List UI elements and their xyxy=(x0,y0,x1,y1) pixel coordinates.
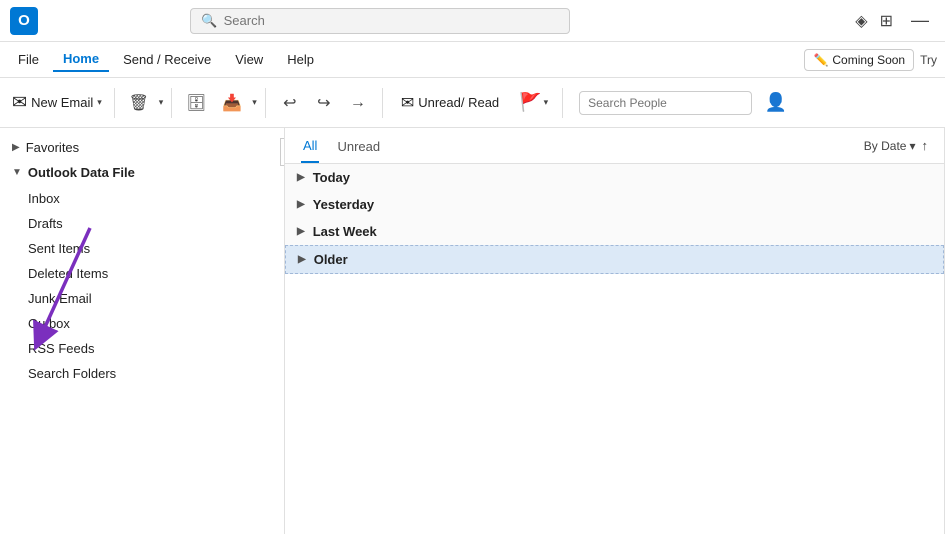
coming-soon-button[interactable]: ✏️ Coming Soon xyxy=(804,49,914,71)
menu-view[interactable]: View xyxy=(225,48,273,71)
last-week-label: Last Week xyxy=(313,224,377,239)
separator-2 xyxy=(171,88,172,118)
flag-dropdown-arrow[interactable]: ▾ xyxy=(544,97,549,108)
sidebar-folder-drafts[interactable]: Drafts xyxy=(0,211,284,236)
flag-icon: 🚩 xyxy=(519,92,541,113)
title-bar: O 🔍 ◈ ⊞ — xyxy=(0,0,945,42)
sidebar-collapse-button[interactable]: ◀ xyxy=(280,138,285,166)
sort-area: By Date ▾ ↑ xyxy=(864,138,928,159)
menu-help[interactable]: Help xyxy=(277,48,324,71)
outlook-data-file-label: Outlook Data File xyxy=(28,165,135,180)
menu-send-receive[interactable]: Send / Receive xyxy=(113,48,221,71)
sort-direction-button[interactable]: ↑ xyxy=(922,138,929,153)
title-bar-right: ◈ ⊞ — xyxy=(855,10,935,31)
sidebar-folder-search[interactable]: Search Folders xyxy=(0,361,284,386)
email-icon: ✉ xyxy=(12,92,27,113)
delete-button[interactable]: 🗑 xyxy=(123,87,155,119)
diamond-icon[interactable]: ◈ xyxy=(855,11,867,31)
new-email-dropdown-arrow[interactable]: ▾ xyxy=(97,97,102,108)
sidebar-folder-rss[interactable]: RSS Feeds xyxy=(0,336,284,361)
sidebar-folder-inbox[interactable]: Inbox xyxy=(0,186,284,211)
search-people-box[interactable] xyxy=(579,91,752,115)
search-people-input[interactable] xyxy=(588,96,743,110)
archive-button[interactable]: 🗄 xyxy=(180,87,212,119)
tab-all[interactable]: All xyxy=(301,134,319,163)
menu-file[interactable]: File xyxy=(8,48,49,71)
wand-icon: ✏️ xyxy=(813,53,828,67)
search-bar[interactable]: 🔍 xyxy=(190,8,570,34)
group-yesterday[interactable]: ▶ Yesterday xyxy=(285,191,944,218)
outlook-logo: O xyxy=(10,7,38,35)
undo-button[interactable]: ↩ xyxy=(274,87,306,119)
undo-redo-group: ↩ ↪ → xyxy=(274,87,374,119)
sort-label: By Date xyxy=(864,139,907,153)
new-email-label: New Email xyxy=(31,95,93,110)
person-icon-button[interactable]: 👤 xyxy=(760,87,792,119)
sidebar-favorites[interactable]: ▶ Favorites xyxy=(0,136,284,159)
separator-4 xyxy=(382,88,383,118)
try-button[interactable]: Try xyxy=(920,53,937,67)
group-last-week[interactable]: ▶ Last Week xyxy=(285,218,944,245)
search-icon: 🔍 xyxy=(201,13,217,29)
sidebar-outlook-data-file[interactable]: ▼ Outlook Data File xyxy=(0,159,284,186)
delete-dropdown-arrow[interactable]: ▾ xyxy=(159,97,164,108)
person-icon: 👤 xyxy=(765,92,787,113)
new-email-button[interactable]: ✉ New Email ▾ xyxy=(8,88,106,117)
menu-home[interactable]: Home xyxy=(53,47,109,72)
separator-1 xyxy=(114,88,115,118)
yesterday-label: Yesterday xyxy=(313,197,374,212)
envelope-icon: ✉ xyxy=(401,93,414,113)
move-button[interactable]: 📥 xyxy=(216,87,248,119)
unread-read-label: Unread/ Read xyxy=(418,95,499,110)
coming-soon-label: Coming Soon xyxy=(832,53,905,67)
forward-button[interactable]: → xyxy=(342,87,374,119)
content-area: All Unread By Date ▾ ↑ ▶ Today ▶ Yesterd… xyxy=(285,128,944,534)
outlook-data-file-chevron-icon: ▼ xyxy=(12,167,22,178)
today-chevron-icon: ▶ xyxy=(297,172,305,183)
tabs-bar: All Unread By Date ▾ ↑ xyxy=(285,128,944,164)
favorites-label: Favorites xyxy=(26,140,79,155)
sidebar-folder-deleted[interactable]: Deleted Items xyxy=(0,261,284,286)
group-older[interactable]: ▶ Older xyxy=(285,245,944,274)
flag-button[interactable]: 🚩 ▾ xyxy=(513,88,554,117)
separator-5 xyxy=(562,88,563,118)
qr-icon[interactable]: ⊞ xyxy=(880,11,893,31)
sort-chevron-icon: ▾ xyxy=(909,139,915,153)
older-chevron-icon: ▶ xyxy=(298,254,306,265)
redo-button[interactable]: ↪ xyxy=(308,87,340,119)
ribbon: ✉ New Email ▾ 🗑 ▾ 🗄 📥 ▾ ↩ ↪ → ✉ Unread/ … xyxy=(0,78,945,128)
separator-3 xyxy=(265,88,266,118)
email-list: ▶ Today ▶ Yesterday ▶ Last Week ▶ Older xyxy=(285,164,944,534)
sidebar: ◀ ▶ Favorites ▼ Outlook Data File Inbox … xyxy=(0,128,285,534)
minimize-button[interactable]: — xyxy=(905,10,935,31)
today-label: Today xyxy=(313,170,350,185)
move-dropdown-arrow[interactable]: ▾ xyxy=(252,97,257,108)
search-input[interactable] xyxy=(224,13,560,28)
menu-bar: File Home Send / Receive View Help ✏️ Co… xyxy=(0,42,945,78)
menu-bar-right: ✏️ Coming Soon Try xyxy=(804,49,937,71)
tab-unread[interactable]: Unread xyxy=(335,135,382,162)
sort-by-date-button[interactable]: By Date ▾ xyxy=(864,139,916,153)
main-layout: ◀ ▶ Favorites ▼ Outlook Data File Inbox … xyxy=(0,128,945,534)
favorites-chevron-icon: ▶ xyxy=(12,142,20,153)
group-today[interactable]: ▶ Today xyxy=(285,164,944,191)
sidebar-folder-outbox[interactable]: Outbox xyxy=(0,311,284,336)
last-week-chevron-icon: ▶ xyxy=(297,226,305,237)
sidebar-folder-sent[interactable]: Sent Items xyxy=(0,236,284,261)
unread-read-button[interactable]: ✉ Unread/ Read xyxy=(391,89,509,117)
older-label: Older xyxy=(314,252,348,267)
yesterday-chevron-icon: ▶ xyxy=(297,199,305,210)
sidebar-folder-junk[interactable]: Junk Email xyxy=(0,286,284,311)
